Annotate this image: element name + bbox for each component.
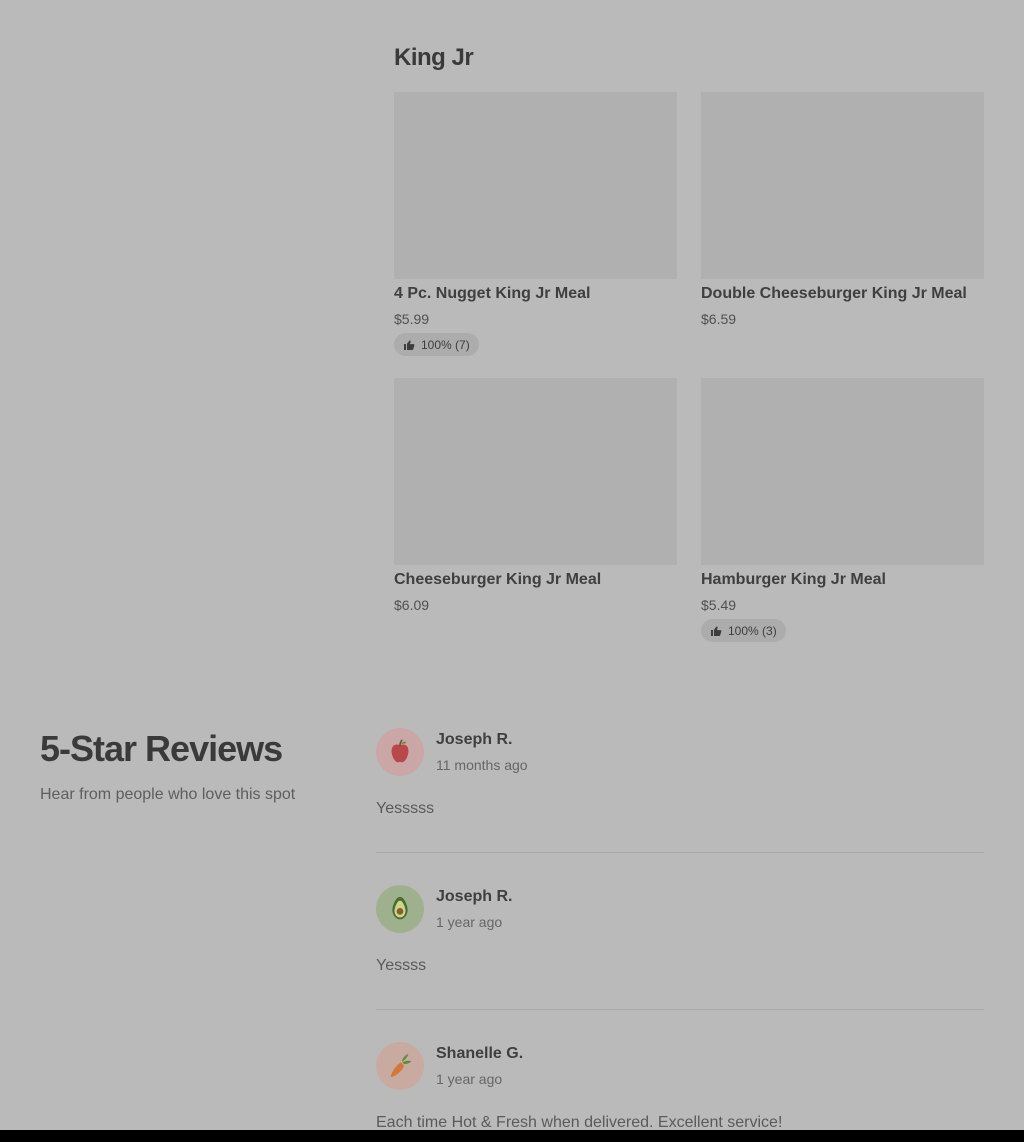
menu-item-image[interactable] xyxy=(394,92,677,279)
menu-item-price: $6.59 xyxy=(701,311,737,327)
menu-item-image[interactable] xyxy=(394,378,677,565)
menu-item-price: $5.49 xyxy=(701,597,737,613)
review-divider xyxy=(376,852,984,853)
review-time: 1 year ago xyxy=(436,914,503,930)
section-title: King Jr xyxy=(394,44,474,71)
review-time: 11 months ago xyxy=(436,757,528,773)
avocado-icon xyxy=(385,894,415,924)
rating-badge: 100% (3) xyxy=(701,619,786,642)
menu-item-card[interactable]: Cheeseburger King Jr Meal $6.09 xyxy=(394,378,677,613)
menu-item-name: Hamburger King Jr Meal xyxy=(701,571,886,588)
review-divider xyxy=(376,1009,984,1010)
menu-item-name: Double Cheeseburger King Jr Meal xyxy=(701,285,967,302)
bottom-bar xyxy=(0,1130,1024,1142)
rating-badge: 100% (7) xyxy=(394,333,479,356)
menu-item-card[interactable]: Hamburger King Jr Meal $5.49 100% (3) xyxy=(701,378,984,642)
review-text: Yessss xyxy=(376,957,427,974)
reviewer-name: Joseph R. xyxy=(436,888,513,905)
menu-item-price: $5.99 xyxy=(394,311,430,327)
menu-item-name: 4 Pc. Nugget King Jr Meal xyxy=(394,285,591,302)
apple-icon xyxy=(385,737,415,767)
avatar xyxy=(376,885,424,933)
menu-item-card[interactable]: 4 Pc. Nugget King Jr Meal $5.99 100% (7) xyxy=(394,92,677,356)
rating-text: 100% (3) xyxy=(728,623,777,638)
reviewer-name: Shanelle G. xyxy=(436,1045,524,1062)
menu-item-image[interactable] xyxy=(701,378,984,565)
review-text: Yesssss xyxy=(376,800,435,817)
reviews-subtitle: Hear from people who love this spot xyxy=(40,786,296,803)
menu-item-price: $6.09 xyxy=(394,597,430,613)
reviews-title: 5-Star Reviews xyxy=(40,728,283,769)
menu-item-image[interactable] xyxy=(701,92,984,279)
thumbs-up-icon xyxy=(403,339,415,351)
reviewer-name: Joseph R. xyxy=(436,731,513,748)
review-time: 1 year ago xyxy=(436,1071,503,1087)
thumbs-up-icon xyxy=(710,625,722,637)
avatar xyxy=(376,1042,424,1090)
menu-item-card[interactable]: Double Cheeseburger King Jr Meal $6.59 xyxy=(701,92,984,327)
avatar xyxy=(376,728,424,776)
menu-item-name: Cheeseburger King Jr Meal xyxy=(394,571,602,588)
rating-text: 100% (7) xyxy=(421,337,470,352)
carrot-icon xyxy=(385,1051,415,1081)
